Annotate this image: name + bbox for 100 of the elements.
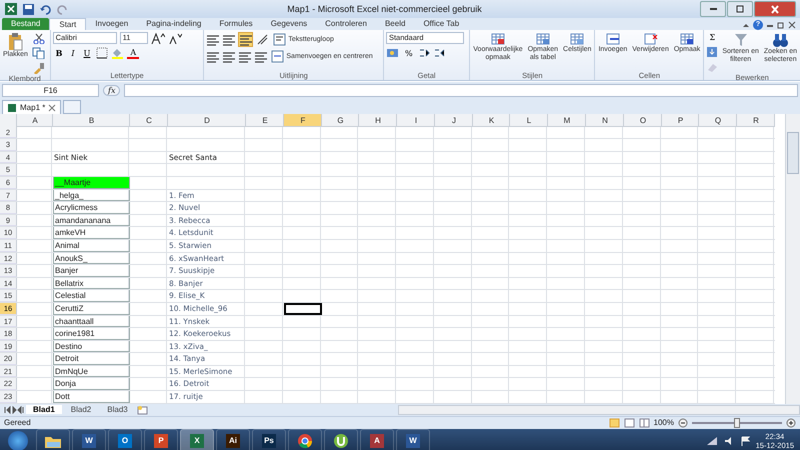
ribbon-tab[interactable]: Formules (210, 18, 262, 30)
taskbar-button[interactable] (36, 428, 70, 450)
delete-rows-icon (644, 32, 658, 46)
column-header[interactable]: K (473, 114, 510, 127)
grid-icon (490, 32, 505, 46)
column-header[interactable]: I (397, 114, 435, 127)
taskbar-button[interactable]: W (396, 428, 430, 450)
taskbar-button[interactable]: P (144, 428, 178, 450)
network-icon (706, 436, 718, 446)
align-center-icon (222, 50, 236, 63)
vertical-scrollbar[interactable] (785, 114, 800, 404)
column-header[interactable]: P (662, 114, 699, 127)
file-tab[interactable]: Bestand (2, 18, 50, 30)
formula-field[interactable] (124, 84, 798, 96)
taskbar-button[interactable]: Ps (252, 428, 286, 450)
underline-button[interactable]: U (80, 48, 94, 58)
sheet-tab[interactable]: Blad3 (100, 405, 135, 414)
column-header[interactable]: N (586, 114, 624, 127)
window-title: Map1 - Microsoft Excel niet-commercieel gebruik (286, 4, 483, 14)
autosum-button[interactable]: Σ (706, 32, 718, 43)
horizontal-scrollbar[interactable] (398, 404, 800, 415)
indent-icon (254, 50, 268, 63)
normal-view-icon (608, 418, 620, 428)
merge-icon (271, 50, 284, 63)
status-text: Gereed (4, 418, 31, 428)
column-header[interactable]: D (168, 114, 246, 127)
taskbar-button[interactable]: A (360, 428, 394, 450)
orientation-icon (256, 33, 270, 46)
sheet-nav-icon (4, 406, 24, 414)
excel-icon (4, 2, 18, 16)
maximize-icon (735, 4, 745, 14)
table-cell: _helga_ (53, 190, 130, 202)
ribbon-tab[interactable]: Pagina-indeling (137, 18, 210, 30)
close-button[interactable] (754, 1, 796, 17)
table-cell: AnoukS_ (53, 252, 130, 264)
italic-button[interactable]: I (68, 48, 78, 58)
column-header[interactable]: F (284, 114, 322, 127)
column-header[interactable]: G (322, 114, 359, 127)
column-header[interactable]: H (359, 114, 397, 127)
shrink-font-icon (168, 32, 182, 44)
active-cell[interactable] (284, 302, 322, 314)
percent-button[interactable]: % (402, 48, 416, 58)
maximize-button[interactable] (727, 1, 753, 17)
column-header[interactable]: C (130, 114, 168, 127)
fill-bucket-icon (111, 47, 124, 59)
binoculars-icon (772, 32, 789, 48)
column-header[interactable]: L (510, 114, 548, 127)
table-cell: Acrylicmess (53, 202, 130, 214)
table-cell: Detroit (53, 353, 130, 365)
column-header[interactable]: Q (699, 114, 737, 127)
redo-icon (56, 2, 69, 16)
restore-icon (777, 21, 785, 29)
decimal-icon (418, 47, 431, 59)
ribbon-tab[interactable]: Start (49, 18, 86, 30)
grid-icon (536, 32, 550, 46)
name-box[interactable]: F16 (2, 84, 99, 96)
document-tab[interactable]: Map1 * (2, 100, 62, 114)
column-header[interactable]: B (53, 114, 130, 127)
eraser-icon (706, 61, 718, 73)
layout-view-icon (624, 418, 635, 428)
bold-button[interactable]: B (52, 48, 66, 58)
table-cell: amkeVH (53, 227, 130, 239)
fill-down-icon (706, 46, 718, 58)
ribbon-tab[interactable]: Controleren (316, 18, 376, 30)
start-button[interactable] (8, 430, 28, 450)
column-header[interactable]: A (17, 114, 53, 127)
align-bottom-icon (239, 33, 252, 46)
font-color-button[interactable]: A (127, 48, 140, 58)
table-cell: Donja (53, 378, 130, 390)
table-cell: Celestial (53, 290, 130, 302)
sheet-tab[interactable]: Blad1 (26, 405, 62, 414)
column-header[interactable]: M (548, 114, 586, 127)
ribbon-tab[interactable]: Office Tab (414, 18, 468, 30)
column-header[interactable]: R (737, 114, 775, 127)
minimize-button[interactable] (700, 1, 726, 17)
taskbar-button[interactable]: W (72, 428, 106, 450)
volume-icon (724, 436, 734, 446)
taskbar-button[interactable] (324, 428, 358, 450)
column-header[interactable]: J (435, 114, 473, 127)
column-header[interactable]: O (624, 114, 662, 127)
ribbon-tab[interactable]: Gegevens (262, 18, 316, 30)
ribbon-tab[interactable]: Invoegen (86, 18, 138, 30)
table-cell: Dott (53, 391, 130, 403)
app-icon: W (406, 434, 420, 448)
column-header[interactable]: E (246, 114, 284, 127)
table-cell: Destino (53, 340, 130, 352)
taskbar-button[interactable]: Ai (216, 428, 250, 450)
taskbar-button[interactable]: O (108, 428, 142, 450)
currency-icon (386, 47, 399, 59)
page-break-icon (638, 418, 650, 428)
insert-rows-icon (606, 32, 620, 46)
ribbon-tab[interactable]: Beeld (376, 18, 414, 30)
app-icon: Ps (262, 434, 276, 448)
border-icon (96, 47, 108, 59)
taskbar-button[interactable] (288, 428, 322, 450)
insert-function-button[interactable]: fx (103, 84, 120, 96)
sheet-tab[interactable]: Blad2 (64, 405, 98, 414)
decimal-icon (434, 47, 446, 59)
taskbar-button[interactable]: X (180, 428, 214, 450)
clipboard-icon (7, 32, 24, 51)
